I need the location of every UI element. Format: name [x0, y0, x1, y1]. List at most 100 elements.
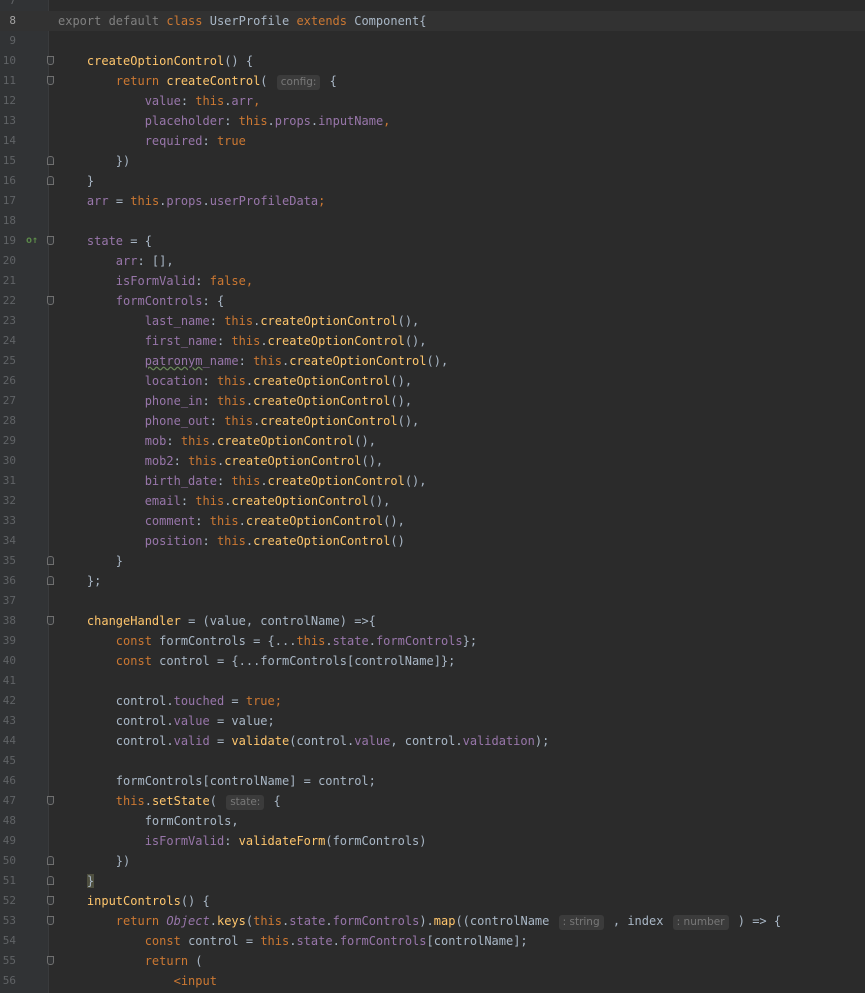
code-line[interactable]: 8 export default class UserProfile extend…	[0, 11, 865, 31]
line-number: 23	[2, 314, 16, 327]
code-line[interactable]: 21 isFormValid: false,	[0, 271, 865, 291]
code-line[interactable]: 20 arr: [],	[0, 251, 865, 271]
code-line[interactable]: 53 return Object.keys(this.state.formCon…	[0, 911, 865, 931]
code-token: createOptionControl	[260, 314, 398, 328]
code-text: email: this.createOptionControl(),	[58, 491, 391, 511]
line-number: 41	[2, 674, 16, 687]
code-token: value	[173, 714, 217, 728]
code-line[interactable]: 28 phone_out: this.createOptionControl()…	[0, 411, 865, 431]
code-line[interactable]: 39 const formControls = {...this.state.f…	[0, 631, 865, 651]
code-line[interactable]: 9	[0, 31, 865, 51]
line-number: 26	[2, 374, 16, 387]
line-number: 35	[2, 554, 16, 567]
code-line[interactable]: 16 }	[0, 171, 865, 191]
code-text: mob: this.createOptionControl(),	[58, 431, 376, 451]
fold-start-icon[interactable]	[47, 616, 54, 625]
line-number: 12	[2, 94, 16, 107]
code-line[interactable]: 49 isFormValid: validateForm(formControl…	[0, 831, 865, 851]
fold-start-icon[interactable]	[47, 76, 54, 85]
code-line[interactable]: 32 email: this.createOptionControl(),	[0, 491, 865, 511]
code-line[interactable]: 10 createOptionControl() {	[0, 51, 865, 71]
fold-start-icon[interactable]	[47, 56, 54, 65]
code-token: state	[289, 914, 326, 928]
code-line[interactable]: 50 })	[0, 851, 865, 871]
code-line[interactable]: 35 }	[0, 551, 865, 571]
code-line[interactable]: 17 arr = this.props.userProfileData;	[0, 191, 865, 211]
code-token: , control.	[390, 734, 463, 748]
code-line[interactable]: 34 position: this.createOptionControl()	[0, 531, 865, 551]
code-token: control = {...formControls[controlName]}…	[159, 654, 456, 668]
code-line[interactable]: 25 patronym_name: this.createOptionContr…	[0, 351, 865, 371]
code-line[interactable]: 54 const control = this.state.formContro…	[0, 931, 865, 951]
code-line[interactable]: 47 this.setState( state: {	[0, 791, 865, 811]
code-token: createOptionControl	[253, 374, 391, 388]
code-line[interactable]: 55 return (	[0, 951, 865, 971]
fold-start-icon[interactable]	[47, 896, 54, 905]
fold-end-icon[interactable]	[47, 176, 54, 185]
code-line[interactable]: 36 };	[0, 571, 865, 591]
code-token: formControls	[115, 294, 203, 308]
fold-end-icon[interactable]	[47, 576, 54, 585]
fold-end-icon[interactable]	[47, 556, 54, 565]
code-line[interactable]: 51 }	[0, 871, 865, 891]
fold-start-icon[interactable]	[47, 236, 54, 245]
fold-end-icon[interactable]	[47, 876, 54, 885]
code-token: .	[267, 114, 275, 128]
code-token: control.	[58, 734, 174, 748]
fold-start-icon[interactable]	[47, 796, 54, 805]
code-token: touched	[173, 694, 232, 708]
code-line[interactable]: 13 placeholder: this.props.inputName,	[0, 111, 865, 131]
code-line[interactable]: 46 formControls[controlName] = control;	[0, 771, 865, 791]
code-text: patronym_name: this.createOptionControl(…	[58, 351, 448, 371]
fold-start-icon[interactable]	[47, 916, 54, 925]
code-line[interactable]: 42 control.touched = true;	[0, 691, 865, 711]
code-line[interactable]: 56 <input	[0, 971, 865, 991]
fold-start-icon[interactable]	[47, 296, 54, 305]
code-line[interactable]: 38 changeHandler = (value, controlName) …	[0, 611, 865, 631]
code-token: ;	[318, 194, 326, 208]
code-token: createOptionControl	[86, 54, 225, 68]
parameter-hint: config:	[276, 75, 321, 90]
code-token: ,	[245, 274, 254, 288]
fold-end-icon[interactable]	[47, 856, 54, 865]
code-line[interactable]: 31 birth_date: this.createOptionControl(…	[0, 471, 865, 491]
code-line[interactable]: 45	[0, 751, 865, 771]
code-text: return (	[58, 951, 203, 971]
line-number: 52	[2, 894, 16, 907]
code-line[interactable]: 7	[0, 0, 865, 11]
code-line[interactable]: 29 mob: this.createOptionControl(),	[0, 431, 865, 451]
code-line[interactable]: 33 comment: this.createOptionControl(),	[0, 511, 865, 531]
code-line[interactable]: 11 return createControl( config: {	[0, 71, 865, 91]
code-token: };	[462, 634, 478, 648]
code-line[interactable]: 19 o↑ state = {	[0, 231, 865, 251]
fold-start-icon[interactable]	[47, 956, 54, 965]
code-line[interactable]: 37	[0, 591, 865, 611]
code-line[interactable]: 43 control.value = value;	[0, 711, 865, 731]
code-line[interactable]: 26 location: this.createOptionControl(),	[0, 371, 865, 391]
code-line[interactable]: 41	[0, 671, 865, 691]
line-number: 28	[2, 414, 16, 427]
code-line[interactable]: 27 phone_in: this.createOptionControl(),	[0, 391, 865, 411]
fold-end-icon[interactable]	[47, 156, 54, 165]
code-editor[interactable]: 7 8 export default class UserProfile exten…	[0, 0, 865, 993]
line-number: 47	[2, 794, 16, 807]
code-line[interactable]: 52 inputControls() {	[0, 891, 865, 911]
code-line[interactable]: 18	[0, 211, 865, 231]
code-line[interactable]: 12 value: this.arr,	[0, 91, 865, 111]
code-token: createOptionControl	[253, 394, 391, 408]
code-line[interactable]: 24 first_name: this.createOptionControl(…	[0, 331, 865, 351]
override-marker-icon[interactable]: o↑	[26, 236, 38, 246]
code-line[interactable]: 40 const control = {...formControls[cont…	[0, 651, 865, 671]
code-line[interactable]: 14 required: true	[0, 131, 865, 151]
code-token: class	[166, 14, 210, 28]
code-line[interactable]: 15 })	[0, 151, 865, 171]
code-line[interactable]: 23 last_name: this.createOptionControl()…	[0, 311, 865, 331]
code-line[interactable]: 30 mob2: this.createOptionControl(),	[0, 451, 865, 471]
code-line[interactable]: 22 formControls: {	[0, 291, 865, 311]
code-line[interactable]: 44 control.valid = validate(control.valu…	[0, 731, 865, 751]
code-line[interactable]: 48 formControls,	[0, 811, 865, 831]
code-token: (	[260, 74, 275, 88]
